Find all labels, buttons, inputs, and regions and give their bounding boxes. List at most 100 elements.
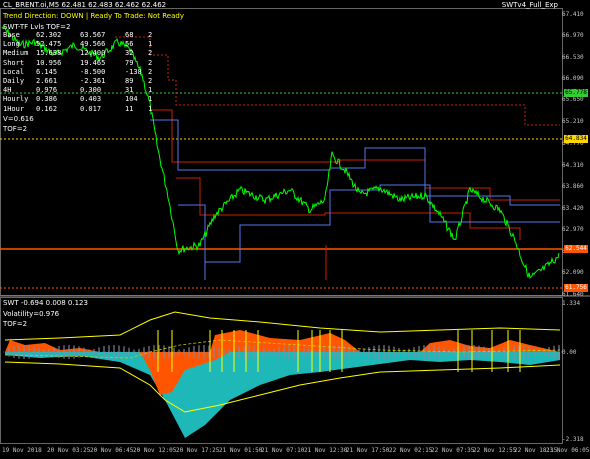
- stats-value: 0.403: [80, 95, 102, 104]
- stats-label: Short: [3, 58, 25, 67]
- histogram-bar: [488, 348, 490, 356]
- histogram-bar: [198, 345, 200, 359]
- histogram-bar: [73, 345, 75, 359]
- stats-label: Long: [3, 40, 20, 49]
- histogram-bar: [243, 345, 245, 359]
- histogram-bar: [58, 346, 60, 358]
- volatility-label: Volatility=0.976: [3, 310, 60, 318]
- time-tick: 21 Nov 17:50: [346, 447, 390, 454]
- stats-value: -2.361: [80, 76, 106, 85]
- histogram-bar: [218, 347, 220, 357]
- time-tick: 20 Nov 03:25: [47, 447, 91, 454]
- histogram-bar: [18, 345, 20, 359]
- price-tick: 62.090: [562, 269, 584, 276]
- histogram-bar: [363, 348, 365, 356]
- histogram-bar: [118, 345, 120, 359]
- sub-scale-mid: 0.00: [562, 349, 577, 356]
- price-tick: 63.420: [562, 205, 584, 212]
- support-level-red: [176, 177, 521, 240]
- histogram-bar: [128, 347, 130, 357]
- histogram-bar: [228, 348, 230, 356]
- time-tick: 19 Nov 2018: [2, 447, 42, 454]
- histogram-bar: [313, 349, 315, 355]
- histogram-bar: [353, 347, 355, 357]
- time-tick: 22 Nov 07:35: [431, 447, 475, 454]
- stats-label: Local: [3, 67, 25, 76]
- price-tag-orange: 62.544: [564, 245, 588, 253]
- stats-value: 2: [148, 49, 153, 58]
- stats-value: 89: [125, 76, 134, 85]
- time-tick: 21 Nov 07:10: [261, 447, 305, 454]
- histogram-bar: [368, 347, 370, 357]
- time-tick: 20 Nov 17:25: [176, 447, 220, 454]
- tof-value: TOF=2: [3, 125, 28, 133]
- stats-label: Hourly: [3, 95, 29, 104]
- histogram-bar: [433, 345, 435, 359]
- price-tick: 66.530: [562, 54, 584, 61]
- histogram-bar: [28, 345, 30, 359]
- histogram-bar: [188, 347, 190, 357]
- stats-label: 4H: [3, 86, 12, 95]
- stats-value: 68: [125, 31, 134, 39]
- histogram-bar: [543, 348, 545, 356]
- stats-value: 10.956: [36, 58, 62, 67]
- histogram-bar: [283, 345, 285, 359]
- histogram-bar: [138, 348, 140, 356]
- histogram-bar: [308, 347, 310, 357]
- resistance-level-outer: [115, 36, 560, 126]
- histogram-bar: [408, 348, 410, 356]
- histogram-bar: [98, 347, 100, 357]
- stats-value: 0.300: [80, 86, 102, 95]
- histogram-bar: [53, 347, 55, 357]
- stats-value: 104: [125, 95, 138, 104]
- histogram-bar: [8, 347, 10, 357]
- histogram-bar: [438, 346, 440, 358]
- histogram-bar: [48, 348, 50, 356]
- histogram-bar: [413, 347, 415, 357]
- histogram-bar: [143, 347, 145, 357]
- stats-value: 2: [148, 67, 153, 76]
- stats-value: 0.017: [80, 104, 102, 113]
- time-tick: 21 Nov 01:50: [219, 447, 263, 454]
- stats-label: 1Hour: [3, 104, 25, 113]
- trend-status: Trend Direction: DOWN | Ready To Trade: …: [3, 12, 184, 20]
- time-tick: 20 Nov 06:45: [90, 447, 134, 454]
- histogram-bar: [93, 348, 95, 356]
- histogram-bar: [63, 345, 65, 359]
- histogram-bar: [373, 345, 375, 359]
- stats-value: 2: [148, 31, 153, 39]
- stats-value: 11: [125, 104, 134, 113]
- histogram-bar: [238, 345, 240, 359]
- stats-value: 1: [148, 40, 153, 49]
- histogram-bar: [388, 345, 390, 359]
- stats-value: 31: [125, 86, 134, 95]
- time-tick: 20 Nov 12:05: [133, 447, 177, 454]
- histogram-bar: [548, 346, 550, 358]
- histogram-bar: [23, 345, 25, 359]
- histogram-bar: [483, 346, 485, 358]
- histogram-bar: [183, 348, 185, 356]
- time-tick: 21 Nov 12:30: [304, 447, 348, 454]
- histogram-bar: [493, 349, 495, 355]
- histogram-bar: [528, 346, 530, 358]
- histogram-bar: [503, 346, 505, 358]
- histogram-bar: [43, 349, 45, 355]
- price-tick: 65.210: [562, 118, 584, 125]
- time-tick: 23 Nov 06:05: [546, 447, 590, 454]
- histogram-bar: [78, 346, 80, 358]
- histogram-bar: [383, 345, 385, 359]
- histogram-bar: [393, 346, 395, 358]
- histogram-bar: [418, 345, 420, 359]
- histogram-cyan: [5, 352, 560, 438]
- histogram-bar: [223, 349, 225, 355]
- stats-value: 2: [148, 58, 153, 67]
- price-tick: 66.970: [562, 32, 584, 39]
- stats-value: 6.145: [36, 67, 58, 76]
- histogram-bar: [123, 346, 125, 358]
- price-tick: 67.410: [562, 11, 584, 18]
- histogram-bar: [263, 347, 265, 357]
- price-tick: 61.640: [562, 291, 584, 298]
- histogram-bar: [108, 345, 110, 359]
- histogram-bar: [533, 348, 535, 356]
- stats-value: 1: [148, 86, 153, 95]
